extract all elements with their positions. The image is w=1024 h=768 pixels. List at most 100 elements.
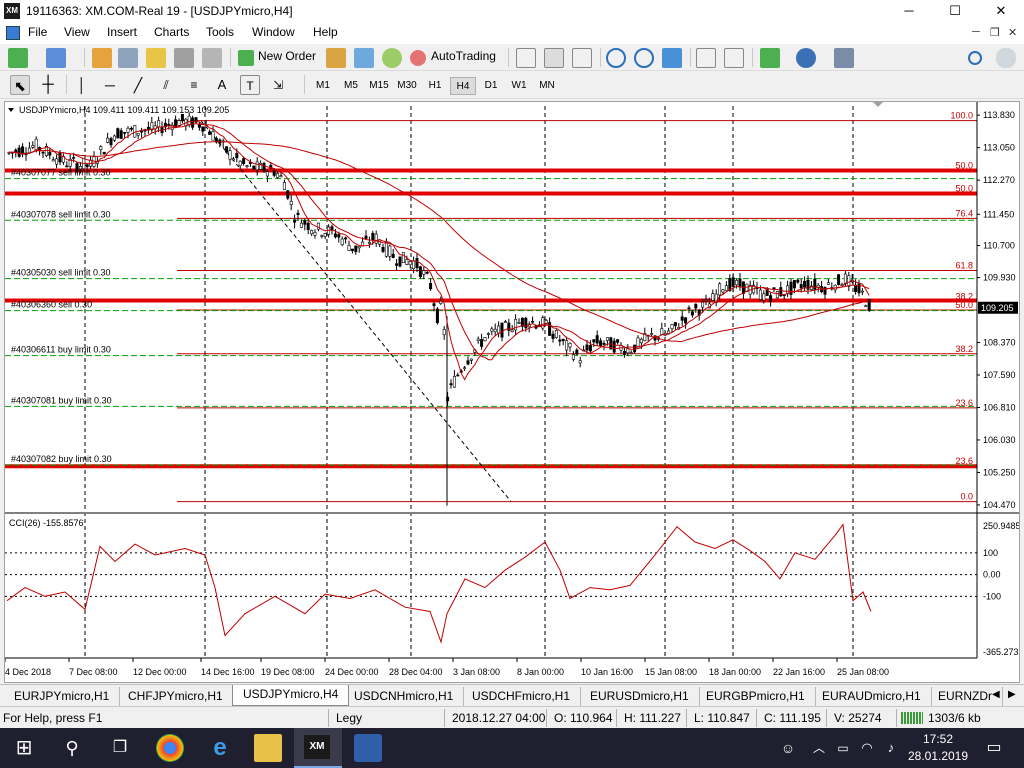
tab-scroll-right-icon[interactable]: ▶ xyxy=(1008,689,1016,700)
navigator-icon[interactable] xyxy=(146,48,166,68)
minimize-icon[interactable]: ─ xyxy=(886,0,932,22)
app-taskbar-icon[interactable] xyxy=(354,734,382,762)
signals-icon[interactable] xyxy=(354,48,374,68)
text-icon[interactable]: A xyxy=(212,75,232,95)
symbol-tab[interactable]: USDJPYmicro,H4 xyxy=(232,685,350,706)
candle-body xyxy=(255,161,259,171)
people-icon[interactable]: ☺ xyxy=(774,734,802,762)
data-window-icon[interactable] xyxy=(118,48,138,68)
indicators-icon[interactable] xyxy=(760,48,780,68)
candle-body xyxy=(123,132,127,134)
symbol-tab[interactable]: CHFJPYmicro,H1 xyxy=(118,687,234,706)
autotrading-button[interactable]: AutoTrading xyxy=(431,49,496,63)
timeframe-m1[interactable]: M1 xyxy=(310,77,336,95)
volume-icon[interactable]: ♪ xyxy=(882,734,900,762)
autotrading-icon[interactable] xyxy=(410,50,426,66)
close-icon[interactable]: ✕ xyxy=(978,0,1024,22)
chart-window[interactable]: 100.0 50.0 50.0 76.4 61.8 38.2 50.0 38.2 23.6 23.… xyxy=(4,101,1020,683)
price-chart[interactable]: 100.050.050.076.461.838.250.038.223.623.… xyxy=(5,102,1019,682)
strategy-tester-icon[interactable] xyxy=(202,48,222,68)
cursor-icon[interactable]: ⬉ xyxy=(10,75,30,95)
candle-body xyxy=(401,252,405,264)
zoom-out-icon[interactable] xyxy=(634,48,654,68)
wifi-icon[interactable]: ◠ xyxy=(858,734,876,762)
candle-body xyxy=(452,375,456,388)
menu-window[interactable]: Window xyxy=(252,25,295,39)
menu-file[interactable]: File xyxy=(28,25,47,39)
vertical-line-icon[interactable]: │ xyxy=(72,75,92,95)
trendline-icon[interactable]: ╱ xyxy=(128,75,148,95)
candle-body xyxy=(599,340,603,347)
cci-tick-label: 0.00 xyxy=(983,570,1001,580)
new-order-button[interactable]: New Order xyxy=(258,49,316,63)
crosshair-icon[interactable]: ┼ xyxy=(38,75,58,95)
file-explorer-icon[interactable] xyxy=(254,734,282,762)
order-label: #40307077 sell limit 0.30 xyxy=(11,168,111,178)
timeframe-mn[interactable]: MN xyxy=(534,77,560,95)
edge-icon[interactable]: e xyxy=(206,734,234,762)
fibonacci-icon[interactable]: ≡ xyxy=(184,75,204,95)
symbol-tab[interactable]: EURUSDmicro,H1 xyxy=(580,687,700,706)
market-icon[interactable] xyxy=(382,48,402,68)
symbol-tab[interactable]: EURGBPmicro,H1 xyxy=(696,687,816,706)
tile-windows-icon[interactable] xyxy=(662,48,682,68)
candle-body xyxy=(391,253,395,258)
symbol-tab[interactable]: EURAUDmicro,H1 xyxy=(812,687,932,706)
new-order-icon[interactable] xyxy=(238,50,254,66)
zoom-in-icon[interactable] xyxy=(606,48,626,68)
candle-body xyxy=(412,260,416,270)
maximize-icon[interactable]: ☐ xyxy=(932,0,978,22)
menu-charts[interactable]: Charts xyxy=(154,25,189,39)
windows-start-icon[interactable]: ⊞ xyxy=(10,734,38,762)
text-label-icon[interactable]: T xyxy=(240,75,260,95)
tray-chevron-icon[interactable]: ︿ xyxy=(810,734,828,762)
terminal-icon[interactable] xyxy=(174,48,194,68)
doc-close-icon[interactable]: ✕ xyxy=(1008,26,1017,39)
battery-icon[interactable]: ▭ xyxy=(834,734,852,762)
doc-restore-icon[interactable]: ❐ xyxy=(990,26,1000,39)
symbol-tab[interactable]: USDCHFmicro,H1 xyxy=(462,687,582,706)
timeframe-h4[interactable]: H4 xyxy=(450,77,476,95)
clock-date[interactable]: 28.01.2019 xyxy=(904,749,972,763)
market-watch-icon[interactable] xyxy=(92,48,112,68)
doc-minimize-icon[interactable]: ─ xyxy=(972,26,980,38)
search-taskbar-icon[interactable]: ⚲ xyxy=(58,734,86,762)
metaeditor-icon[interactable] xyxy=(326,48,346,68)
timeframe-m15[interactable]: M15 xyxy=(366,77,392,95)
symbol-tab[interactable]: USDCNHmicro,H1 xyxy=(344,687,465,706)
timeframe-m5[interactable]: M5 xyxy=(338,77,364,95)
candlestick-icon[interactable] xyxy=(544,48,564,68)
profiles-icon[interactable] xyxy=(46,48,66,68)
clock-time[interactable]: 17:52 xyxy=(908,732,968,746)
bar-chart-icon[interactable] xyxy=(516,48,536,68)
mt4-taskbar-button[interactable]: XM xyxy=(294,728,342,768)
symbol-tab[interactable]: EURJPYmicro,H1 xyxy=(4,687,121,706)
line-chart-icon[interactable] xyxy=(572,48,592,68)
new-chart-icon[interactable] xyxy=(8,48,28,68)
timeframe-w1[interactable]: W1 xyxy=(506,77,532,95)
candle-body xyxy=(245,165,249,167)
horizontal-line-icon[interactable]: ─ xyxy=(100,75,120,95)
arrows-icon[interactable]: ⇲ xyxy=(268,75,288,95)
menu-view[interactable]: View xyxy=(64,25,90,39)
task-view-icon[interactable]: ❐ xyxy=(106,734,134,762)
timeframe-h1[interactable]: H1 xyxy=(422,77,448,95)
candle-body xyxy=(816,284,820,288)
templates-icon[interactable] xyxy=(834,48,854,68)
notifications-icon[interactable]: ▭ xyxy=(980,734,1008,762)
channel-icon[interactable]: ⫽ xyxy=(156,75,176,95)
fib-level-label: 50.0 xyxy=(955,300,973,310)
chart-window-icon[interactable] xyxy=(6,26,20,40)
chat-icon[interactable] xyxy=(996,48,1016,68)
periods-icon[interactable] xyxy=(796,48,816,68)
chrome-icon[interactable] xyxy=(156,734,184,762)
tab-scroll-left-icon[interactable]: ◀ xyxy=(992,689,1000,700)
menu-insert[interactable]: Insert xyxy=(107,25,137,39)
menu-help[interactable]: Help xyxy=(313,25,338,39)
timeframe-m30[interactable]: M30 xyxy=(394,77,420,95)
timeframe-d1[interactable]: D1 xyxy=(478,77,504,95)
chart-shift-icon[interactable] xyxy=(724,48,744,68)
autoscroll-icon[interactable] xyxy=(696,48,716,68)
search-icon[interactable] xyxy=(968,51,982,65)
menu-tools[interactable]: Tools xyxy=(206,25,234,39)
